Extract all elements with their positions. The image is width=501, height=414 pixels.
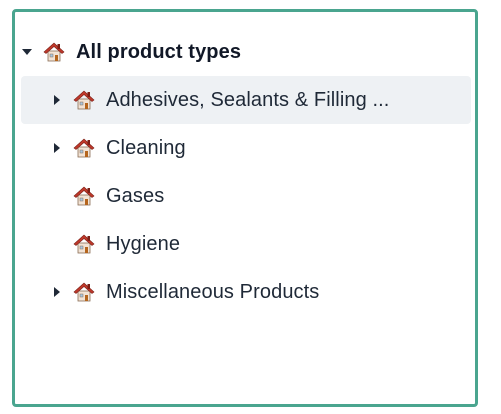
tree-node-label: Hygiene xyxy=(106,232,181,255)
house-icon xyxy=(72,232,96,256)
tree-root-node[interactable]: All product types xyxy=(21,28,461,76)
tree-node-miscellaneous[interactable]: Miscellaneous Products xyxy=(21,268,471,316)
product-type-tree: All product types Adhesives, Sealants & … xyxy=(15,12,475,404)
house-icon xyxy=(72,88,96,112)
tree-root-label: All product types xyxy=(76,40,242,63)
tree-node-gases[interactable]: Gases xyxy=(21,172,471,220)
house-icon xyxy=(72,280,96,304)
caret-right-icon[interactable] xyxy=(51,94,63,106)
tree-node-adhesives[interactable]: Adhesives, Sealants & Filling ... xyxy=(21,76,471,124)
house-icon xyxy=(72,184,96,208)
tree-node-label: Adhesives, Sealants & Filling ... xyxy=(106,88,390,111)
tree-node-label: Cleaning xyxy=(106,136,186,159)
house-icon xyxy=(42,40,66,64)
caret-down-icon[interactable] xyxy=(21,46,33,58)
caret-right-icon[interactable] xyxy=(51,286,63,298)
caret-right-icon[interactable] xyxy=(51,142,63,154)
tree-node-label: Miscellaneous Products xyxy=(106,280,320,303)
house-icon xyxy=(72,136,96,160)
tree-node-label: Gases xyxy=(106,184,165,207)
tree-node-cleaning[interactable]: Cleaning xyxy=(21,124,471,172)
product-type-tree-panel: All product types Adhesives, Sealants & … xyxy=(12,9,478,407)
tree-node-hygiene[interactable]: Hygiene xyxy=(21,220,471,268)
